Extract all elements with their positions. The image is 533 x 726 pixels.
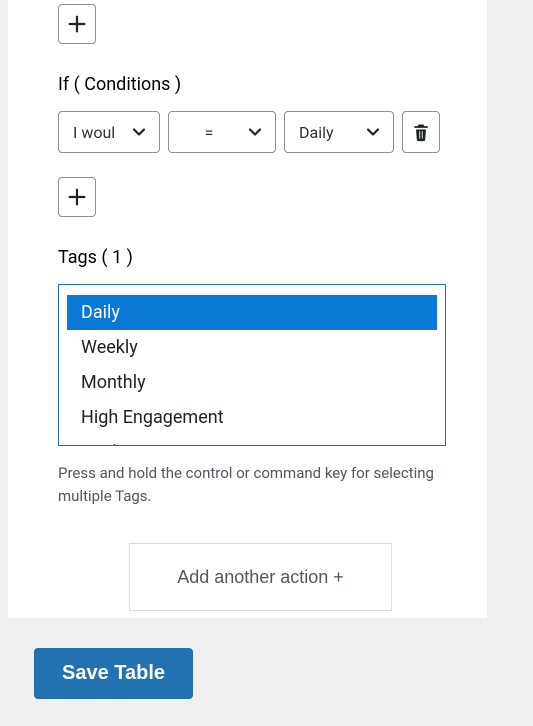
tag-option[interactable]: Weekly bbox=[67, 330, 437, 365]
condition-field-select[interactable]: I woul bbox=[58, 111, 160, 153]
footer-bar: Save Table bbox=[0, 618, 533, 726]
tags-heading: Tags ( 1 ) bbox=[58, 247, 463, 268]
save-table-button[interactable]: Save Table bbox=[34, 648, 193, 699]
condition-operator-select[interactable]: = bbox=[168, 111, 276, 153]
condition-row: I woul = Daily bbox=[58, 111, 463, 153]
plus-icon bbox=[66, 186, 88, 208]
plus-icon bbox=[66, 13, 88, 35]
tag-option[interactable]: High Engagement bbox=[67, 400, 437, 435]
chevron-down-icon bbox=[245, 122, 265, 142]
condition-value-select[interactable]: Daily bbox=[284, 111, 394, 153]
tag-option[interactable]: Monthly bbox=[67, 365, 437, 400]
tag-option[interactable]: Medium Engagement bbox=[67, 435, 437, 446]
action-panel: If ( Conditions ) I woul = Daily Tags ( … bbox=[8, 0, 487, 618]
delete-condition-button[interactable] bbox=[402, 111, 440, 153]
tags-help-text: Press and hold the control or command ke… bbox=[58, 462, 438, 507]
tag-option[interactable]: Daily bbox=[67, 295, 437, 330]
condition-operator-value: = bbox=[183, 123, 235, 142]
chevron-down-icon bbox=[363, 122, 383, 142]
add-condition-button[interactable] bbox=[58, 177, 96, 217]
chevron-down-icon bbox=[129, 122, 149, 142]
add-recipient-button[interactable] bbox=[58, 4, 96, 44]
add-another-action-button[interactable]: Add another action + bbox=[129, 543, 392, 611]
trash-icon bbox=[411, 121, 431, 143]
main-scroll-area[interactable]: If ( Conditions ) I woul = Daily Tags ( … bbox=[0, 0, 495, 618]
condition-value-value: Daily bbox=[299, 123, 334, 142]
conditions-heading: If ( Conditions ) bbox=[58, 74, 463, 95]
tags-multiselect[interactable]: Daily Weekly Monthly High Engagement Med… bbox=[58, 284, 446, 446]
condition-field-value: I woul bbox=[73, 123, 115, 142]
